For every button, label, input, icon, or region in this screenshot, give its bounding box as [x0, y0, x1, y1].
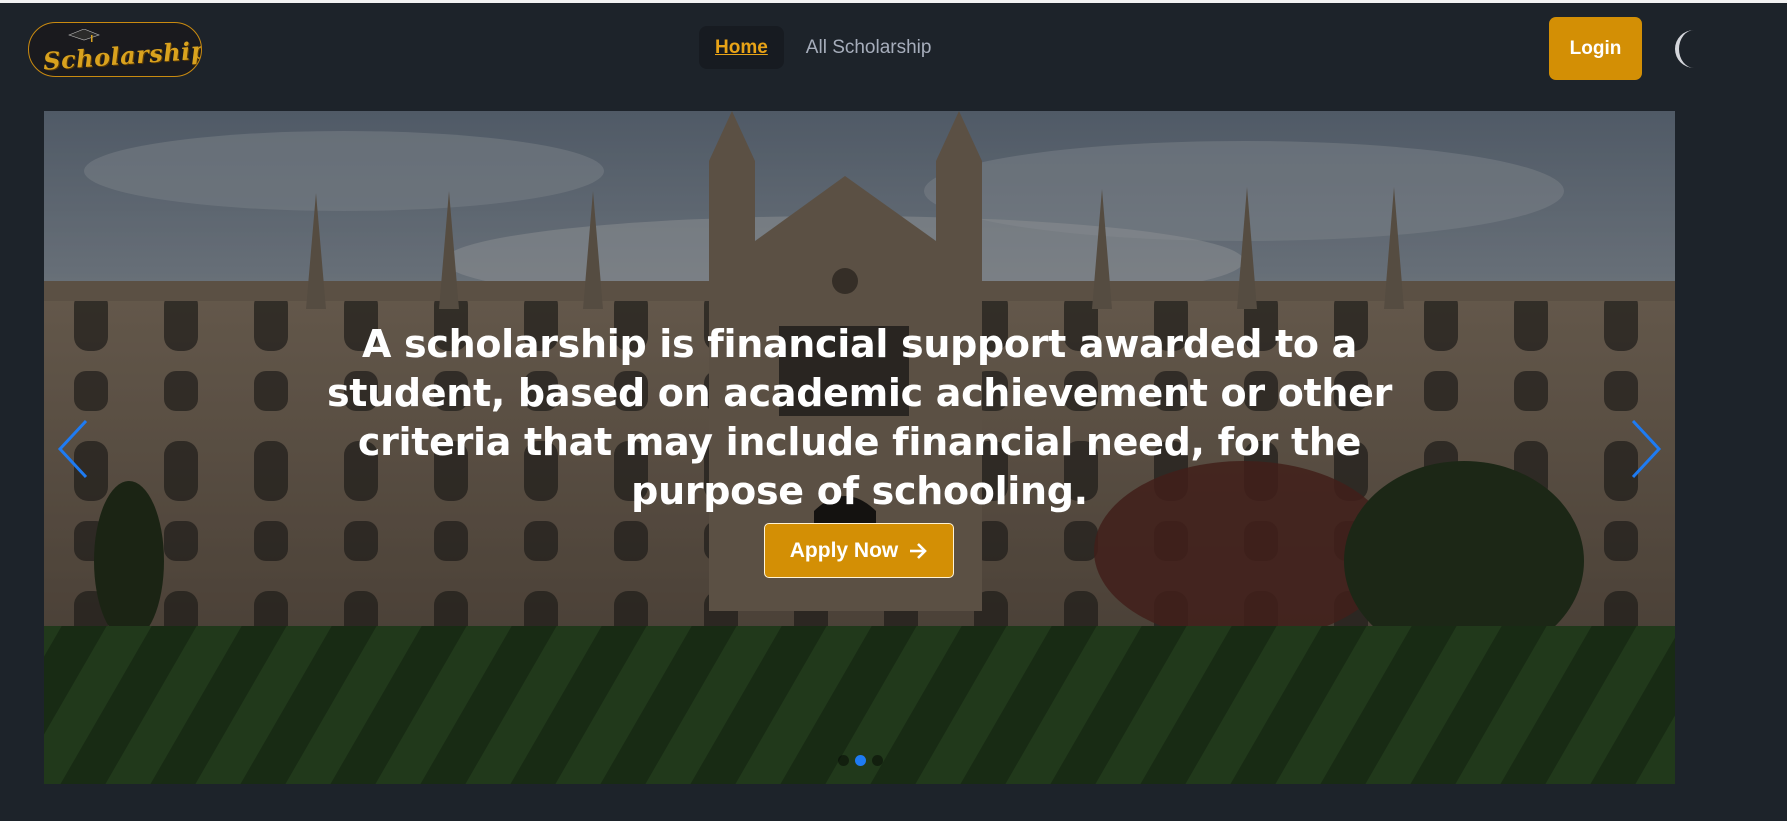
carousel-indicators: [838, 755, 883, 766]
chevron-right-icon[interactable]: [1623, 417, 1663, 481]
apply-now-button[interactable]: Apply Now: [764, 523, 954, 578]
carousel-dot[interactable]: [838, 755, 849, 766]
nav-item-all-scholarship[interactable]: All Scholarship: [790, 37, 948, 59]
moon-icon[interactable]: [1664, 27, 1710, 71]
login-button[interactable]: Login: [1549, 17, 1642, 80]
graduation-cap-icon: [68, 29, 100, 42]
brand-logo[interactable]: Scholarship: [28, 22, 202, 77]
chevron-left-icon[interactable]: [56, 417, 96, 481]
carousel-dot-active[interactable]: [855, 755, 866, 766]
carousel-dot[interactable]: [872, 755, 883, 766]
main-nav: Home All Scholarship: [699, 26, 947, 69]
hero-carousel: A scholarship is financial support award…: [44, 111, 1675, 784]
arrow-right-icon: [910, 542, 928, 559]
hero-headline: A scholarship is financial support award…: [326, 322, 1393, 513]
navbar: Scholarship Home All Scholarship Login: [0, 3, 1787, 97]
apply-now-label: Apply Now: [789, 538, 899, 562]
nav-item-home[interactable]: Home: [699, 26, 784, 69]
